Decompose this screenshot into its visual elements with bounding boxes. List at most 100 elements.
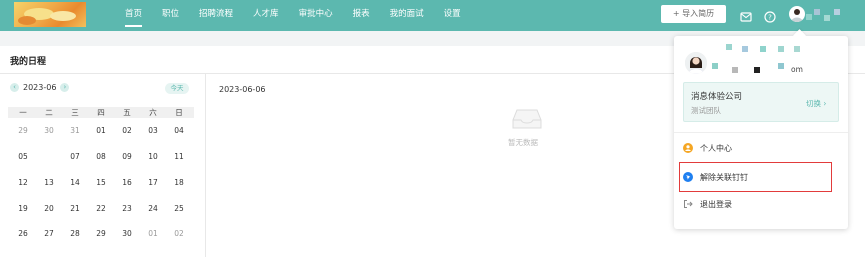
- calendar-day[interactable]: 01: [92, 123, 110, 139]
- calendar-day[interactable]: 20: [40, 201, 58, 217]
- weekday-label: 三: [71, 108, 79, 117]
- weekday-header: 一 二 三 四 五 六 日: [8, 107, 194, 118]
- calendar-day[interactable]: 23: [118, 201, 136, 217]
- chevron-right-icon: ›: [821, 99, 827, 108]
- user-name-mosaic: [824, 15, 830, 21]
- calendar-day[interactable]: 18: [170, 175, 188, 191]
- top-navigation-bar: 首页 职位 招聘流程 人才库 审批中心 报表 我的面试 设置 + 导入简历 ?: [0, 0, 865, 31]
- calendar-day[interactable]: 26: [14, 226, 32, 242]
- prev-month-icon[interactable]: ‹: [10, 83, 19, 92]
- company-logo[interactable]: [14, 2, 86, 27]
- calendar-day[interactable]: 27: [40, 226, 58, 242]
- calendar-day[interactable]: 07: [66, 149, 84, 165]
- calendar-day[interactable]: 16: [118, 175, 136, 191]
- calendar-day[interactable]: 04: [170, 123, 188, 139]
- weekday-label: 日: [175, 108, 183, 117]
- calendar-day[interactable]: 17: [144, 175, 162, 191]
- user-name-mosaic: [732, 67, 738, 73]
- user-name-mosaic: [712, 63, 718, 69]
- calendar-day-selected[interactable]: 06: [40, 148, 58, 165]
- user-name-mosaic: [760, 46, 766, 52]
- menu-item-label: 解除关联钉钉: [700, 172, 748, 182]
- calendar-day[interactable]: 19: [14, 201, 32, 217]
- current-month: 2023-06: [23, 83, 57, 92]
- nav-positions[interactable]: 职位: [152, 0, 189, 31]
- calendar-day[interactable]: 03: [144, 123, 162, 139]
- nav-reports[interactable]: 报表: [343, 0, 380, 31]
- user-name-mosaic: [778, 46, 784, 52]
- calendar-day[interactable]: 09: [118, 149, 136, 165]
- switch-label: 切换: [806, 99, 821, 108]
- logout-icon: [683, 199, 693, 209]
- calendar-day[interactable]: 12: [14, 175, 32, 191]
- calendar-day[interactable]: 08: [92, 149, 110, 165]
- menu-item-unbind-dingtalk[interactable]: 解除关联钉钉: [683, 168, 833, 186]
- calendar-day[interactable]: 22: [92, 201, 110, 217]
- company-name: 消息体验公司: [691, 92, 743, 102]
- user-name-mosaic: [778, 63, 784, 69]
- nav-recruit-process[interactable]: 招聘流程: [189, 0, 243, 31]
- team-name: 测试团队: [691, 106, 721, 115]
- menu-item-label: 退出登录: [700, 199, 732, 209]
- schedule-title: 我的日程: [10, 57, 47, 67]
- menu-item-label: 个人中心: [700, 143, 732, 153]
- calendar-day[interactable]: 02: [170, 226, 188, 242]
- next-month-icon[interactable]: ›: [60, 83, 70, 92]
- nav-my-interviews[interactable]: 我的面试: [380, 0, 434, 31]
- calendar-day[interactable]: 28: [66, 226, 84, 242]
- svg-text:?: ?: [768, 14, 772, 22]
- current-company-card: 消息体验公司 测试团队 切换 ›: [683, 82, 839, 122]
- calendar-day[interactable]: 15: [92, 175, 110, 191]
- selected-date-label: 2023-06-06: [219, 85, 266, 94]
- calendar-day[interactable]: 21: [66, 201, 84, 217]
- user-name-mosaic: [726, 44, 732, 50]
- nav-home[interactable]: 首页: [115, 0, 152, 31]
- empty-inbox-icon: [512, 108, 542, 130]
- user-name-mosaic: [834, 9, 840, 15]
- user-email-suffix: om: [791, 65, 803, 74]
- calendar-day[interactable]: 05: [14, 149, 32, 165]
- nav-settings[interactable]: 设置: [434, 0, 471, 31]
- user-name-mosaic: [742, 46, 748, 52]
- calendar-day[interactable]: 11: [170, 149, 188, 165]
- nav-talent-pool[interactable]: 人才库: [243, 0, 289, 31]
- divider: [205, 74, 206, 257]
- calendar-day[interactable]: 02: [118, 123, 136, 139]
- today-button[interactable]: 今天: [165, 83, 189, 94]
- import-resume-button[interactable]: + 导入简历: [661, 5, 726, 23]
- empty-state-text: 暂无数据: [508, 138, 538, 147]
- weekday-label: 二: [45, 108, 53, 117]
- user-dropdown-menu: om 消息体验公司 测试团队 切换 › 个人中心 解除关联钉钉 退出登录: [674, 36, 848, 229]
- divider: [674, 132, 848, 133]
- user-avatar-button[interactable]: [789, 6, 805, 22]
- user-name-mosaic: [806, 14, 812, 20]
- calendar-day[interactable]: 29: [92, 226, 110, 242]
- calendar-day[interactable]: 30: [118, 226, 136, 242]
- menu-item-personal-center[interactable]: 个人中心: [683, 139, 833, 157]
- help-icon[interactable]: ?: [764, 8, 776, 23]
- switch-company-link[interactable]: 切换 ›: [806, 98, 826, 109]
- calendar-day[interactable]: 10: [144, 149, 162, 165]
- calendar-day[interactable]: 31: [66, 123, 84, 139]
- calendar-day[interactable]: 01: [144, 226, 162, 242]
- calendar-day[interactable]: 29: [14, 123, 32, 139]
- calendar-day[interactable]: 13: [40, 175, 58, 191]
- weekday-label: 六: [149, 108, 157, 117]
- calendar-day[interactable]: 25: [170, 201, 188, 217]
- calendar-day[interactable]: 24: [144, 201, 162, 217]
- dingtalk-icon: [683, 172, 693, 182]
- avatar: [685, 52, 707, 74]
- user-circle-icon: [683, 143, 693, 153]
- month-navigator: ‹ 2023-06 ›: [10, 83, 70, 92]
- calendar-day[interactable]: 14: [66, 175, 84, 191]
- calendar-day[interactable]: 30: [40, 123, 58, 139]
- user-name-mosaic: [754, 67, 760, 73]
- weekday-label: 四: [97, 108, 105, 117]
- menu-item-logout[interactable]: 退出登录: [683, 195, 833, 213]
- nav-approval-center[interactable]: 审批中心: [289, 0, 343, 31]
- weekday-label: 五: [123, 108, 131, 117]
- user-name-mosaic: [794, 46, 800, 52]
- mail-icon[interactable]: [740, 8, 752, 22]
- user-name-mosaic: [814, 9, 820, 15]
- main-nav: 首页 职位 招聘流程 人才库 审批中心 报表 我的面试 设置: [115, 0, 471, 31]
